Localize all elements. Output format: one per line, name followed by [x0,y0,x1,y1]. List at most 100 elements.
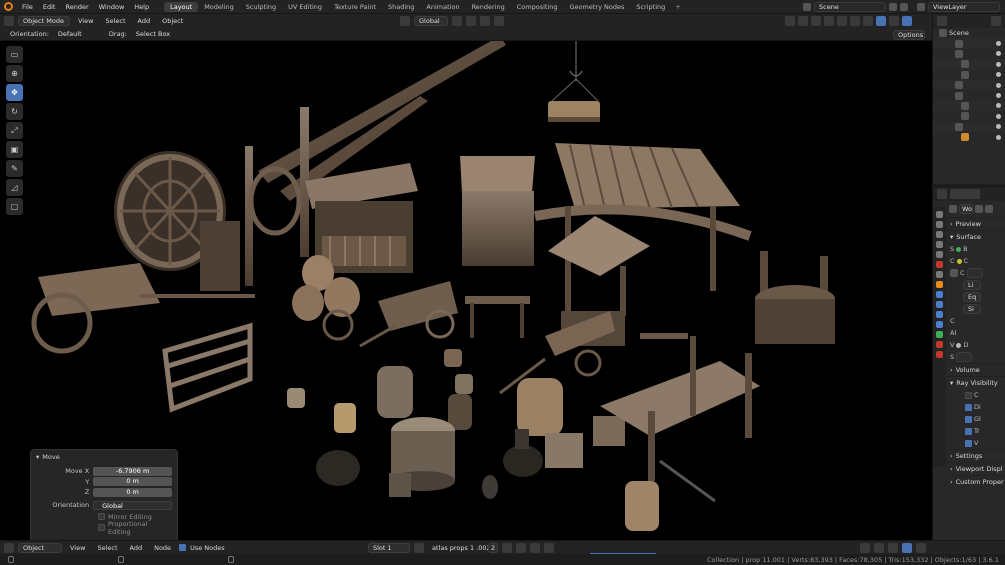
fence[interactable] [162,322,253,413]
move-y-field[interactable]: 0 m [93,477,172,486]
tab-modeling[interactable]: Modeling [198,2,240,12]
last-operator-panel[interactable]: ▾ Move Move X -6.7906 m Y0 m Z0 m Orientat… [30,449,178,540]
outliner-row[interactable] [933,100,1005,112]
proportional-editing-checkbox[interactable] [98,524,105,531]
surface-row[interactable]: Eq [947,291,1005,303]
menu-add[interactable]: Add [134,17,155,25]
object-tab-icon[interactable] [936,281,943,288]
editor-type-icon[interactable] [4,16,14,26]
menu-view[interactable]: View [74,17,97,25]
section-preview[interactable]: › Preview [947,217,1005,230]
menu-edit[interactable]: Edit [38,3,61,11]
menu-file[interactable]: File [17,3,38,11]
visibility-icon[interactable] [996,41,1001,47]
annotate-tool-icon[interactable]: ✎ [6,160,23,177]
add-workspace-icon[interactable]: + [671,3,684,11]
shading-wireframe-icon[interactable] [837,16,847,26]
ray-visibility-volume[interactable]: V [947,437,1005,449]
outliner-filter-icon[interactable] [991,16,1001,26]
material-users-count[interactable]: 2 [488,543,498,553]
transmission-checkbox[interactable] [965,427,972,435]
shading-options-icon[interactable] [889,16,899,26]
properties-search-icon[interactable] [950,189,980,199]
menu-node[interactable]: Node [150,544,175,552]
diffuse-checkbox[interactable] [965,403,972,411]
editor-type-icon[interactable] [4,542,14,553]
section-ray-visibility[interactable]: ▾ Ray Visibility [947,376,1005,389]
tab-texture-paint[interactable]: Texture Paint [328,2,382,12]
duplicate-material-icon[interactable] [516,543,526,553]
outliner-row[interactable] [933,79,1005,91]
outliner-row[interactable] [933,111,1005,121]
material-tab-icon[interactable] [936,341,943,348]
section-surface[interactable]: ▾ Surface [947,230,1005,243]
shading-solid-icon[interactable] [850,16,860,26]
menu-add[interactable]: Add [126,544,147,552]
source-dropdown[interactable]: Si [963,304,981,314]
orientation-dropdown[interactable]: Default [54,29,104,39]
snap-icon[interactable] [466,16,476,26]
pickaxe[interactable] [659,459,716,503]
menu-view[interactable]: View [66,544,89,552]
data-tab-icon[interactable] [936,331,943,338]
outliner-row[interactable] [933,90,1005,100]
move-tool-icon[interactable]: ✥ [6,84,23,101]
outliner-row[interactable] [933,38,1005,49]
measure-tool-icon[interactable]: ◿ [6,179,23,196]
lantern[interactable] [389,473,411,497]
surface-row[interactable]: CC [947,255,1005,267]
wooden-pier[interactable] [600,333,760,481]
transform-tool-icon[interactable]: ▣ [6,141,23,158]
menu-render[interactable]: Render [60,3,93,11]
stone-well[interactable] [755,251,835,344]
glossy-checkbox[interactable] [965,415,972,423]
tool-tab-icon[interactable] [936,211,943,218]
scene-delete-icon[interactable] [900,3,908,11]
tab-uv-editing[interactable]: UV Editing [282,2,328,12]
options-icon[interactable] [916,543,926,553]
world-tab-icon[interactable] [936,261,943,268]
menu-select[interactable]: Select [93,544,121,552]
world-name-field[interactable]: Wo [959,204,973,214]
view-layer-selector[interactable]: ViewLayer [928,2,1000,12]
cursor-tool-icon[interactable]: ⊕ [6,65,23,82]
proportional-edit-icon[interactable] [494,16,504,26]
world-copy-icon[interactable] [975,205,983,213]
move-x-field[interactable]: -6.7906 m [93,466,172,476]
surface-row[interactable]: Al [947,327,1005,339]
drag-dropdown[interactable]: Select Box [132,29,172,39]
select-box-tool-icon[interactable]: ▭ [6,46,23,63]
ray-visibility-glossy[interactable]: Gl [947,413,1005,425]
constraints-tab-icon[interactable] [936,321,943,328]
fake-user-icon[interactable] [502,543,512,553]
gizmo-icon[interactable] [798,16,808,26]
material-browse-icon[interactable] [414,543,424,553]
backdrop-icon[interactable] [902,543,912,553]
tab-sculpting[interactable]: Sculpting [240,2,282,12]
projection-dropdown[interactable]: Eq [963,292,981,302]
outliner-row[interactable] [933,70,1005,80]
rotate-tool-icon[interactable]: ↻ [6,103,23,120]
camera-checkbox[interactable] [965,391,972,399]
surface-row[interactable]: C [947,315,1005,327]
tab-scripting[interactable]: Scripting [630,2,671,12]
surface-row[interactable]: Li [947,279,1005,291]
outliner[interactable]: Scene [932,14,1005,184]
scene-tab-icon[interactable] [936,251,943,258]
sack-pallet[interactable] [548,41,600,122]
scale-tool-icon[interactable]: ⤢ [6,122,23,139]
menu-window[interactable]: Window [94,3,130,11]
menu-help[interactable]: Help [129,3,154,11]
visibility-icon[interactable] [996,61,1001,67]
shader-type-dropdown[interactable]: Object [18,542,62,553]
texture-tab-icon[interactable] [936,351,943,358]
view-layer-icon[interactable] [917,3,925,11]
ray-visibility-transmission[interactable]: Tr [947,425,1005,437]
interpolation-dropdown[interactable]: Li [963,280,981,290]
visibility-icon[interactable] [996,113,1001,119]
overlay-icon[interactable] [888,543,898,553]
orientation-field[interactable]: Global [93,500,172,510]
world-unlink-icon[interactable] [985,205,993,213]
overlay-icon[interactable] [811,16,821,26]
pivot-point-icon[interactable] [452,16,462,26]
